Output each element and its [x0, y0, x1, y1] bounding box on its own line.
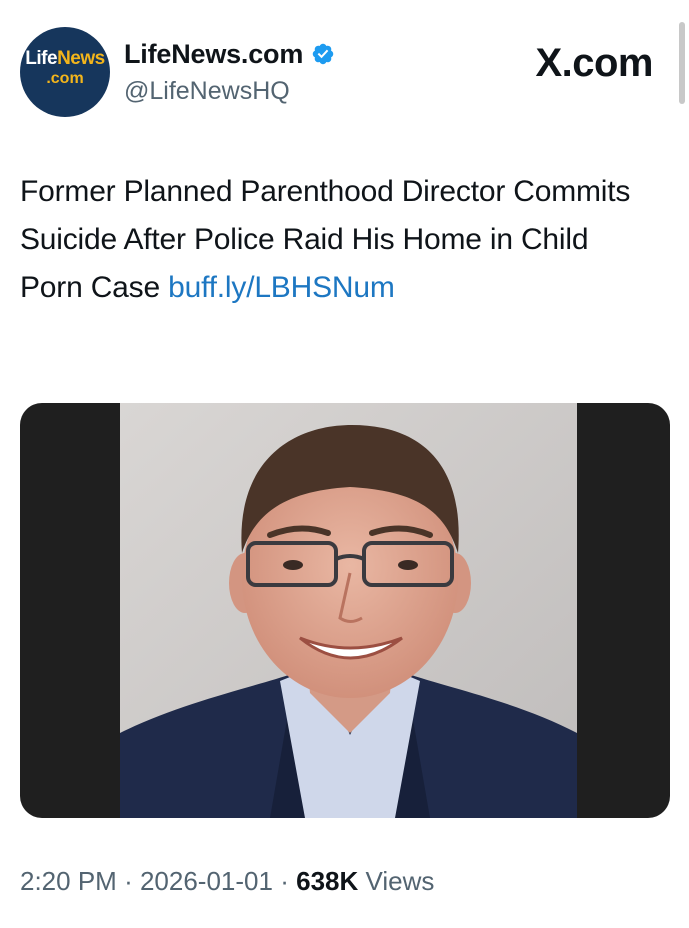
tweet-text: Former Planned Parenthood Director Commi…: [20, 168, 650, 312]
meta-separator: ·: [280, 866, 289, 896]
meta-separator: ·: [124, 866, 133, 896]
tweet-media[interactable]: [20, 403, 670, 818]
brand-watermark: X.com: [535, 41, 653, 85]
avatar-logo: LifeNews: [25, 48, 105, 69]
views-count[interactable]: 638K: [296, 866, 358, 896]
tweet: LifeNews .com LifeNews.com @LifeNewsHQ X…: [0, 0, 689, 928]
display-name[interactable]: LifeNews.com: [124, 39, 303, 70]
tweet-meta: 2:20 PM · 2026-01-01 · 638K Views: [20, 866, 434, 897]
tweet-header: LifeNews .com LifeNews.com @LifeNewsHQ X…: [20, 27, 670, 117]
display-name-row: LifeNews.com: [124, 37, 335, 71]
tweet-time[interactable]: 2:20 PM: [20, 866, 117, 896]
avatar-logo-suffix: .com: [46, 70, 84, 87]
account-names: LifeNews.com @LifeNewsHQ: [124, 37, 335, 106]
avatar[interactable]: LifeNews .com: [20, 27, 110, 117]
media-photo: [120, 403, 577, 818]
handle[interactable]: @LifeNewsHQ: [124, 77, 335, 106]
scrollbar[interactable]: [679, 22, 685, 104]
views-label: Views: [365, 866, 435, 896]
tweet-link[interactable]: buff.ly/LBHSNum: [168, 271, 395, 304]
verified-badge-icon: [311, 42, 335, 66]
tweet-date[interactable]: 2026-01-01: [140, 866, 273, 896]
